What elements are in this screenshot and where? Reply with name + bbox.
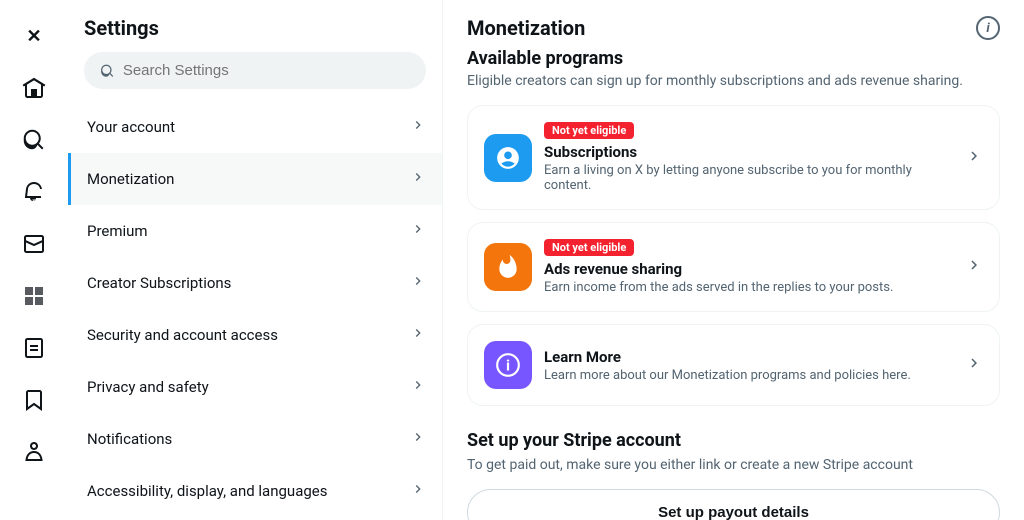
program-name-1: Ads revenue sharing	[544, 260, 957, 278]
home-icon[interactable]	[10, 64, 58, 112]
program-info-0: Not yet eligible Subscriptions Earn a li…	[544, 122, 957, 193]
x-logo-icon[interactable]: ✕	[10, 12, 58, 60]
program-icon-1	[484, 243, 532, 291]
info-icon[interactable]: i	[976, 16, 1000, 40]
main-content: Monetization i Available programs Eligib…	[443, 0, 1024, 520]
sidebar-item-0[interactable]: Your account	[68, 101, 442, 153]
program-card-0[interactable]: Not yet eligible Subscriptions Earn a li…	[467, 105, 1000, 210]
badge-row-1: Not yet eligible	[544, 239, 957, 256]
sidebar-item-7[interactable]: Accessibility, display, and languages	[68, 465, 442, 517]
page-title: Monetization	[467, 16, 585, 40]
program-icon-2: i	[484, 341, 532, 389]
grok-icon[interactable]	[10, 272, 58, 320]
search-icon	[100, 63, 115, 79]
sidebar-item-label-7: Accessibility, display, and languages	[87, 482, 410, 500]
program-icon-0	[484, 134, 532, 182]
sidebar-item-4[interactable]: Security and account access	[68, 309, 442, 361]
not-eligible-badge: Not yet eligible	[544, 239, 634, 256]
settings-sidebar: Settings Your account Monetization Premi…	[68, 0, 443, 520]
chevron-right-icon	[410, 481, 426, 501]
left-nav: ✕	[0, 0, 68, 520]
programs-list: Not yet eligible Subscriptions Earn a li…	[467, 105, 1000, 406]
lists-icon[interactable]	[10, 324, 58, 372]
profile-icon[interactable]	[10, 428, 58, 476]
sidebar-item-label-4: Security and account access	[87, 326, 410, 344]
bookmarks-icon[interactable]	[10, 376, 58, 424]
setup-payout-button[interactable]: Set up payout details	[467, 489, 1000, 520]
sidebar-item-label-3: Creator Subscriptions	[87, 274, 410, 292]
chevron-right-icon	[410, 377, 426, 397]
available-programs-subtitle: Eligible creators can sign up for monthl…	[467, 73, 1000, 89]
program-name-2: Learn More	[544, 348, 957, 366]
sidebar-item-6[interactable]: Notifications	[68, 413, 442, 465]
chevron-right-icon	[410, 169, 426, 189]
sidebar-item-2[interactable]: Premium	[68, 205, 442, 257]
sidebar-item-label-5: Privacy and safety	[87, 378, 410, 396]
program-desc-2: Learn more about our Monetization progra…	[544, 368, 957, 383]
stripe-desc: To get paid out, make sure you either li…	[467, 457, 1000, 473]
stripe-title: Set up your Stripe account	[467, 430, 1000, 451]
messages-icon[interactable]	[10, 220, 58, 268]
chevron-right-icon	[410, 117, 426, 137]
main-header: Monetization i	[467, 16, 1000, 40]
program-name-0: Subscriptions	[544, 143, 957, 161]
sidebar-item-5[interactable]: Privacy and safety	[68, 361, 442, 413]
card-chevron-icon-2	[965, 354, 983, 376]
sidebar-title: Settings	[68, 0, 442, 52]
program-card-2[interactable]: i Learn More Learn more about our Moneti…	[467, 324, 1000, 406]
search-nav-icon[interactable]	[10, 116, 58, 164]
program-desc-0: Earn a living on X by letting anyone sub…	[544, 163, 957, 193]
card-chevron-icon-0	[965, 147, 983, 169]
sidebar-item-label-0: Your account	[87, 118, 410, 136]
chevron-right-icon	[410, 429, 426, 449]
program-info-2: Learn More Learn more about our Monetiza…	[544, 348, 957, 383]
program-info-1: Not yet eligible Ads revenue sharing Ear…	[544, 239, 957, 295]
badge-row-0: Not yet eligible	[544, 122, 957, 139]
sidebar-item-label-6: Notifications	[87, 430, 410, 448]
sidebar-item-1[interactable]: Monetization	[68, 153, 442, 205]
available-programs-title: Available programs	[467, 48, 1000, 69]
search-box[interactable]	[84, 52, 426, 89]
chevron-right-icon	[410, 273, 426, 293]
card-chevron-icon-1	[965, 256, 983, 278]
chevron-right-icon	[410, 325, 426, 345]
sidebar-items-list: Your account Monetization Premium Creato…	[68, 101, 442, 520]
sidebar-item-label-1: Monetization	[87, 170, 410, 188]
svg-text:i: i	[506, 356, 510, 374]
program-desc-1: Earn income from the ads served in the r…	[544, 280, 957, 295]
notifications-icon[interactable]	[10, 168, 58, 216]
stripe-section: Set up your Stripe account To get paid o…	[467, 430, 1000, 520]
program-card-1[interactable]: Not yet eligible Ads revenue sharing Ear…	[467, 222, 1000, 312]
not-eligible-badge: Not yet eligible	[544, 122, 634, 139]
sidebar-item-3[interactable]: Creator Subscriptions	[68, 257, 442, 309]
sidebar-item-label-2: Premium	[87, 222, 410, 240]
chevron-right-icon	[410, 221, 426, 241]
search-input[interactable]	[123, 62, 410, 79]
available-programs-section: Available programs Eligible creators can…	[467, 48, 1000, 406]
